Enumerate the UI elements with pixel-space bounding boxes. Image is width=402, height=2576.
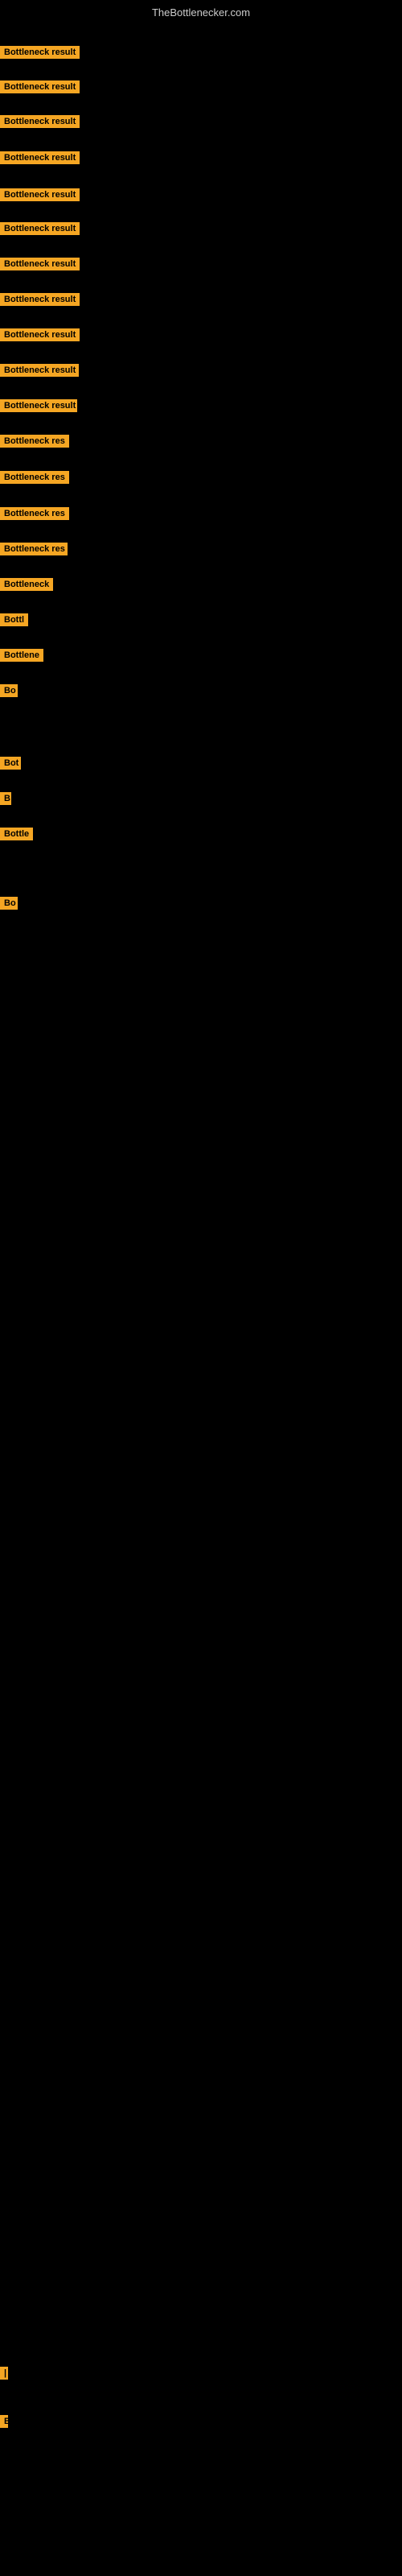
bottleneck-badge: Bottleneck result xyxy=(0,46,80,59)
bottleneck-badge: Bottle xyxy=(0,828,33,840)
bottleneck-badge: Bottleneck result xyxy=(0,222,80,235)
bottleneck-badge: Bottleneck res xyxy=(0,435,69,448)
bottleneck-badge: Bot xyxy=(0,757,21,770)
bottleneck-badge: Bottleneck result xyxy=(0,115,80,128)
bottleneck-badge: Bottlene xyxy=(0,649,43,662)
bottleneck-badge: Bottleneck result xyxy=(0,293,80,306)
bottleneck-badge: Bottleneck result xyxy=(0,364,79,377)
bottleneck-badge: Bottl xyxy=(0,613,28,626)
bottleneck-badge: Bottleneck result xyxy=(0,151,80,164)
bottleneck-badge: Bottleneck result xyxy=(0,399,77,412)
bottleneck-badge: Bottleneck res xyxy=(0,471,69,484)
bottleneck-badge: B xyxy=(0,792,11,805)
bottleneck-badge: Bottleneck result xyxy=(0,80,80,93)
bottleneck-badge: Bottleneck xyxy=(0,578,53,591)
bottleneck-badge: Bottleneck result xyxy=(0,188,80,201)
bottleneck-badge: Bottleneck res xyxy=(0,507,69,520)
bottleneck-badge: | xyxy=(0,2367,8,2380)
bottleneck-badge: Bo xyxy=(0,897,18,910)
bottleneck-badge: Bottleneck res xyxy=(0,543,68,555)
bottleneck-badge: Bottleneck result xyxy=(0,258,80,270)
bottleneck-badge: Bottleneck result xyxy=(0,328,80,341)
site-title: TheBottlenecker.com xyxy=(0,3,402,22)
bottleneck-badge: B xyxy=(0,2415,8,2428)
bottleneck-badge: Bo xyxy=(0,684,18,697)
